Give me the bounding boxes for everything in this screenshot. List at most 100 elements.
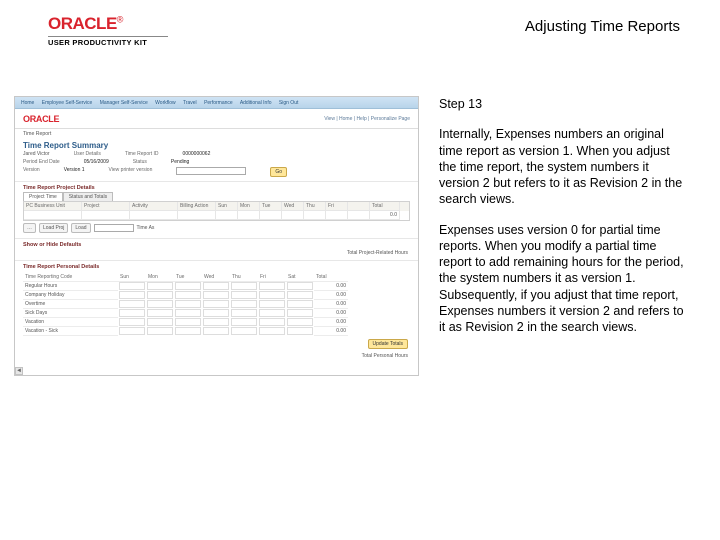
row-total: 0.00 xyxy=(314,309,348,318)
cell[interactable] xyxy=(287,318,313,326)
project-grid-row: 0.0 xyxy=(24,211,409,220)
cell[interactable] xyxy=(82,211,130,220)
id-label: Time Report ID xyxy=(125,151,159,157)
app-top-nav: Home Employee Self-Service Manager Self-… xyxy=(15,97,418,109)
cell[interactable] xyxy=(175,318,201,326)
time-as-select[interactable] xyxy=(94,224,134,232)
cell[interactable] xyxy=(147,300,173,308)
project-details-header: Time Report Project Details xyxy=(15,181,418,192)
date-label: Period End Date xyxy=(23,159,60,165)
cell[interactable] xyxy=(326,211,348,220)
col: Billing Action xyxy=(178,202,216,211)
row-total: 0.00 xyxy=(314,318,348,327)
cell[interactable] xyxy=(304,211,326,220)
cell[interactable] xyxy=(24,211,82,220)
defaults-header[interactable]: Show or Hide Defaults xyxy=(15,238,418,249)
cell[interactable] xyxy=(231,318,257,326)
cell[interactable] xyxy=(130,211,178,220)
cell[interactable] xyxy=(259,327,285,335)
personal-grid-row: Regular Hours 0.00 xyxy=(23,282,410,291)
cell[interactable] xyxy=(119,327,145,335)
total-project-hours: Total Project-Related Hours xyxy=(15,249,418,257)
project-grid-head: PC Business Unit Project Activity Billin… xyxy=(24,202,409,211)
col: Project xyxy=(82,202,130,211)
cell[interactable] xyxy=(231,291,257,299)
scroll-left-icon[interactable]: ◄ xyxy=(15,367,23,375)
btn-loadproj[interactable]: Load Proj xyxy=(39,223,68,233)
date-row: Period End Date 05/16/2009 Status Pendin… xyxy=(15,158,418,166)
cell[interactable] xyxy=(147,282,173,290)
btn-ellipsis[interactable]: … xyxy=(23,223,36,233)
view-select[interactable] xyxy=(176,167,246,175)
project-toolbar: … Load Proj Load Time As xyxy=(15,221,418,235)
cell[interactable] xyxy=(216,211,238,220)
btn-load[interactable]: Load xyxy=(71,223,90,233)
cell[interactable] xyxy=(203,309,229,317)
cell[interactable] xyxy=(175,300,201,308)
cell[interactable] xyxy=(287,309,313,317)
user-detail-label: User Details xyxy=(74,151,101,157)
cell[interactable] xyxy=(287,282,313,290)
nav-item: Additional Info xyxy=(240,100,272,106)
cell[interactable] xyxy=(147,327,173,335)
cell[interactable] xyxy=(119,300,145,308)
cell[interactable] xyxy=(231,300,257,308)
col: Tue xyxy=(174,273,202,282)
screenshot-col: Home Employee Self-Service Manager Self-… xyxy=(14,96,419,376)
tab-status-totals[interactable]: Status and Totals xyxy=(63,192,113,201)
cell[interactable] xyxy=(231,309,257,317)
cell[interactable] xyxy=(175,282,201,290)
viewprint-label: View printer version xyxy=(109,167,153,177)
cell[interactable] xyxy=(259,300,285,308)
cell[interactable] xyxy=(203,318,229,326)
cell[interactable] xyxy=(259,282,285,290)
cell[interactable] xyxy=(119,318,145,326)
col: PC Business Unit xyxy=(24,202,82,211)
cell[interactable] xyxy=(287,327,313,335)
cell[interactable] xyxy=(287,291,313,299)
cell[interactable] xyxy=(238,211,260,220)
cell[interactable] xyxy=(282,211,304,220)
cell[interactable] xyxy=(259,318,285,326)
cell[interactable] xyxy=(231,282,257,290)
nav-item: Home xyxy=(21,100,34,106)
cell[interactable] xyxy=(231,327,257,335)
cell[interactable] xyxy=(147,309,173,317)
cell[interactable] xyxy=(119,291,145,299)
cell[interactable] xyxy=(203,291,229,299)
cell[interactable] xyxy=(175,327,201,335)
cell[interactable] xyxy=(260,211,282,220)
cell[interactable] xyxy=(203,282,229,290)
cell[interactable] xyxy=(119,282,145,290)
personal-details-header: Time Report Personal Details xyxy=(15,260,418,271)
col: Thu xyxy=(230,273,258,282)
app-right-links: View | Home | Help | Personalize Page xyxy=(324,116,410,122)
col: Wed xyxy=(202,273,230,282)
row-total: 0.00 xyxy=(314,327,348,336)
col: Fri xyxy=(326,202,348,211)
cell[interactable] xyxy=(259,309,285,317)
version-label: Version xyxy=(23,167,40,177)
trc: Regular Hours xyxy=(23,282,118,291)
cell[interactable] xyxy=(175,291,201,299)
app-logo-row: ORACLE View | Home | Help | Personalize … xyxy=(15,109,418,129)
logo-rule xyxy=(48,36,168,37)
app-oracle-logo: ORACLE xyxy=(23,114,59,124)
cell[interactable] xyxy=(147,291,173,299)
cell[interactable] xyxy=(175,309,201,317)
cell[interactable] xyxy=(259,291,285,299)
summary-title: Time Report Summary xyxy=(15,139,418,150)
cell[interactable] xyxy=(178,211,216,220)
update-totals-row: Update Totals xyxy=(15,336,418,352)
cell[interactable] xyxy=(203,300,229,308)
cell[interactable] xyxy=(119,309,145,317)
update-totals-button[interactable]: Update Totals xyxy=(368,339,408,349)
nav-item: Performance xyxy=(204,100,233,106)
time-as-label: Time As xyxy=(137,225,155,231)
tab-project-time[interactable]: Project Time xyxy=(23,192,63,201)
cell[interactable] xyxy=(147,318,173,326)
cell[interactable] xyxy=(287,300,313,308)
cell[interactable] xyxy=(348,211,370,220)
cell[interactable] xyxy=(203,327,229,335)
go-button[interactable]: Go xyxy=(270,167,287,177)
